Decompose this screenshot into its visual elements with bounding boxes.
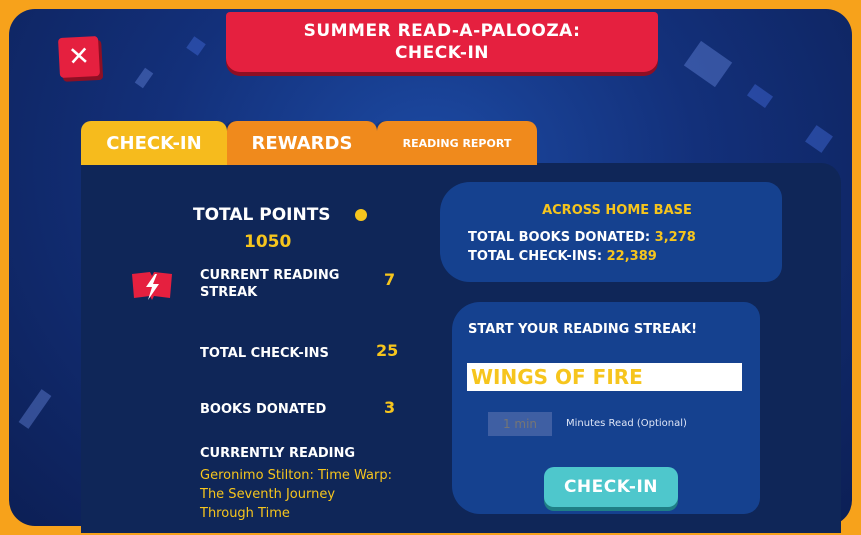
reading-streak-title: START YOUR READING STREAK! xyxy=(468,322,698,337)
home-base-checkins: TOTAL CHECK-INS: 22,389 xyxy=(468,249,657,264)
minutes-read-label: Minutes Read (Optional) xyxy=(566,418,687,429)
background-shard xyxy=(746,83,774,109)
streak-value: 7 xyxy=(384,270,396,289)
streak-label-line2: STREAK xyxy=(200,285,258,300)
tab-reading-report[interactable]: READING REPORT xyxy=(377,121,537,165)
background-shard xyxy=(18,389,52,429)
currently-reading-title: Geronimo Stilton: Time Warp: The Seventh… xyxy=(200,466,440,523)
streak-label-line1: CURRENT READING xyxy=(200,268,340,283)
total-checkins-label: TOTAL CHECK-INS xyxy=(200,346,329,361)
home-base-checkins-value: 22,389 xyxy=(606,249,657,264)
total-points-value: 1050 xyxy=(244,232,292,252)
home-base-books-donated-value: 3,278 xyxy=(654,230,696,245)
currently-reading-line2: The Seventh Journey xyxy=(200,487,336,502)
streak-label: CURRENT READING STREAK xyxy=(200,267,339,301)
home-base-checkins-label: TOTAL CHECK-INS: xyxy=(468,249,603,264)
books-donated-value: 3 xyxy=(384,398,396,417)
background-shard xyxy=(683,40,733,88)
total-checkins-value: 25 xyxy=(376,341,399,360)
home-base-title: ACROSS HOME BASE xyxy=(542,203,692,218)
total-points-label: TOTAL POINTS xyxy=(193,205,331,225)
close-button[interactable]: ✕ xyxy=(57,35,101,79)
currently-reading-line1: Geronimo Stilton: Time Warp: xyxy=(200,468,392,483)
coin-icon xyxy=(355,209,367,221)
book-title-input[interactable] xyxy=(467,363,742,391)
home-base-books-donated-label: TOTAL BOOKS DONATED: xyxy=(468,230,651,245)
home-base-books-donated: TOTAL BOOKS DONATED: 3,278 xyxy=(468,230,696,245)
tab-check-in[interactable]: CHECK-IN xyxy=(81,121,227,165)
lightning-book-icon xyxy=(132,272,172,300)
background-shard xyxy=(805,125,833,153)
tab-rewards[interactable]: REWARDS xyxy=(227,121,377,165)
background-shard xyxy=(186,36,206,56)
page-title-banner: SUMMER READ-A-PALOOZA: CHECK-IN xyxy=(226,12,658,72)
background-shard xyxy=(134,67,154,89)
minutes-read-input[interactable] xyxy=(488,412,552,436)
currently-reading-line3: Through Time xyxy=(200,506,290,521)
page-title-line2: CHECK-IN xyxy=(394,43,490,63)
check-in-button[interactable]: CHECK-IN xyxy=(544,467,678,507)
books-donated-label: BOOKS DONATED xyxy=(200,402,327,417)
close-icon: ✕ xyxy=(67,41,91,73)
currently-reading-label: CURRENTLY READING xyxy=(200,446,356,461)
page-title-line1: SUMMER READ-A-PALOOZA: xyxy=(303,21,581,41)
